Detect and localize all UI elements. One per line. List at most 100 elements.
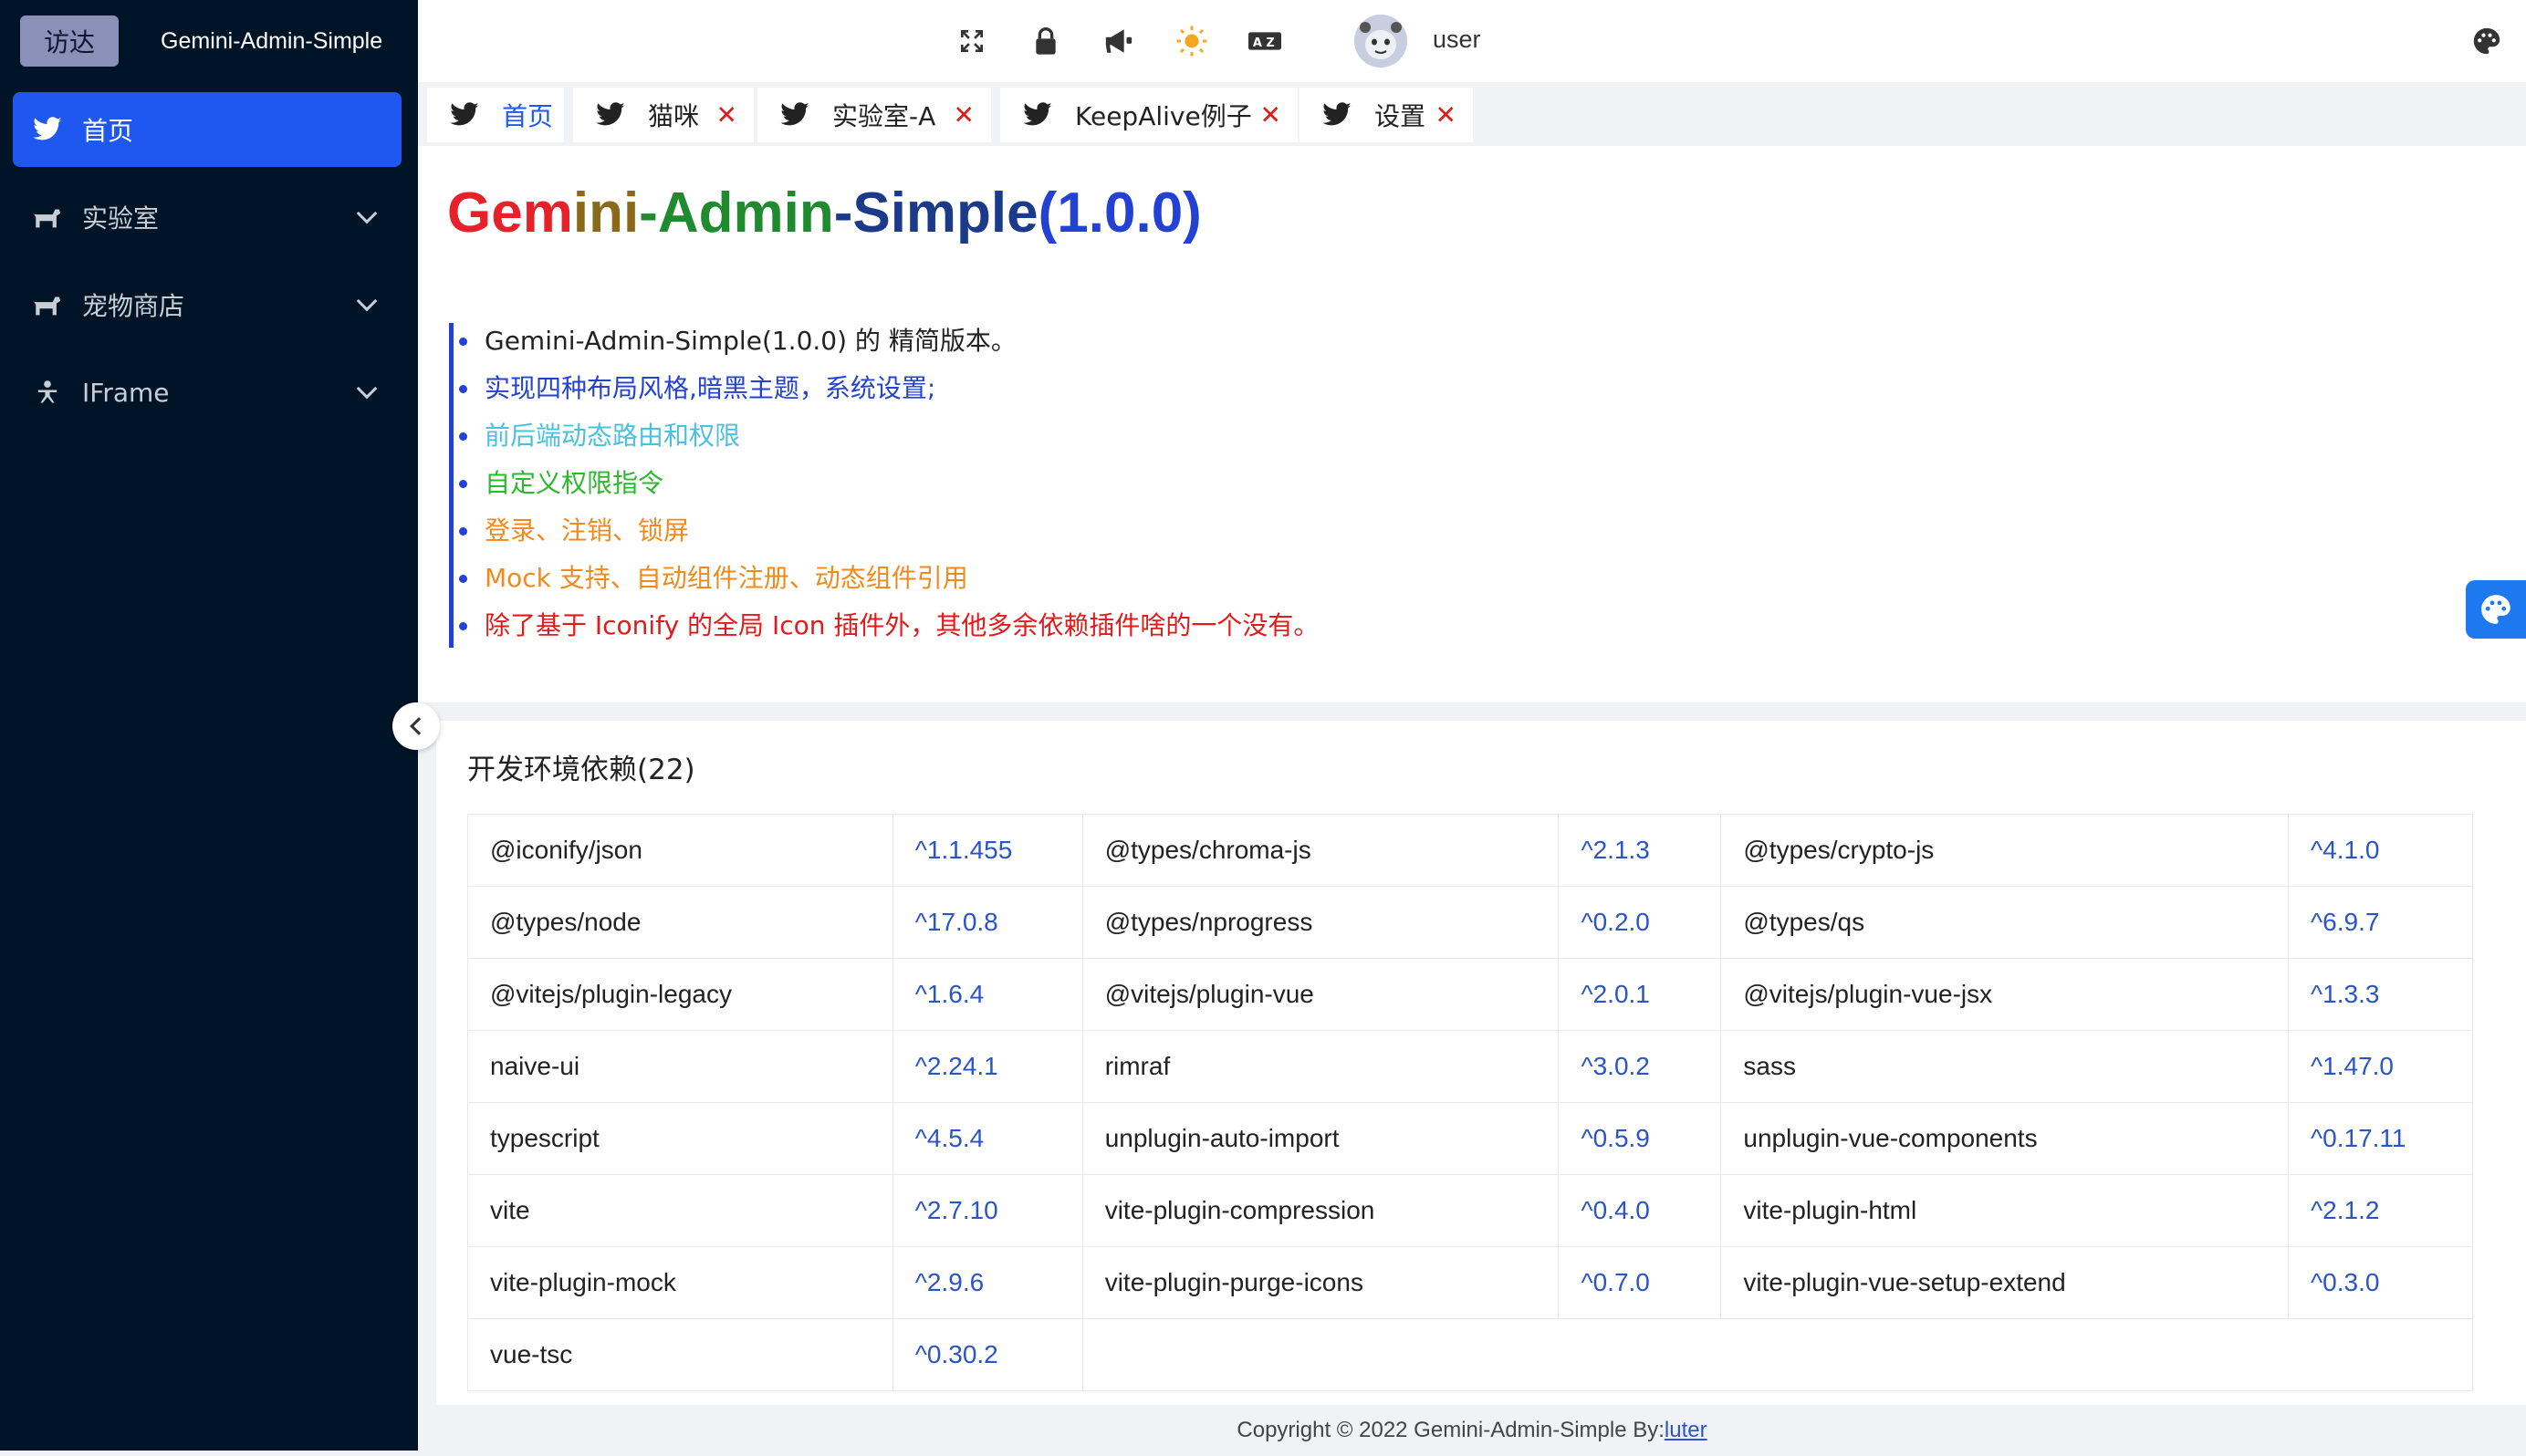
sidebar-item-label: IFrame bbox=[82, 377, 170, 408]
title-part: ini bbox=[572, 182, 640, 244]
package-version: ^0.5.9 bbox=[1558, 1102, 1722, 1175]
palette-icon[interactable] bbox=[2468, 22, 2506, 60]
package-version: ^3.0.2 bbox=[1558, 1030, 1722, 1103]
tab-label: KeepAlive例子 bbox=[1075, 101, 1252, 131]
package-name: unplugin-auto-import bbox=[1081, 1102, 1560, 1175]
table-row: @vitejs/plugin-legacy ^1.6.4 @vitejs/plugi… bbox=[467, 958, 2473, 1031]
feature-item: Mock 支持、自动组件注册、动态组件引用 bbox=[458, 560, 1319, 608]
dependencies-table: @iconify/json ^1.1.455 @types/chroma-js ^2.… bbox=[467, 814, 2474, 1391]
package-name: rimraf bbox=[1081, 1030, 1560, 1103]
sidebar-collapse-button[interactable] bbox=[392, 702, 440, 750]
table-row: @types/node ^17.0.8 @types/nprogress ^0.2.0… bbox=[467, 886, 2473, 959]
dependencies-panel: 开发环境依赖(22) @iconify/json ^1.1.455 @types/c… bbox=[436, 721, 2526, 1405]
tab-label: 设置 bbox=[1374, 101, 1426, 131]
package-name: unplugin-vue-components bbox=[1720, 1102, 2290, 1175]
theme-settings-button[interactable] bbox=[2466, 580, 2526, 639]
bird-icon bbox=[450, 102, 479, 126]
close-icon[interactable]: ✕ bbox=[954, 100, 975, 130]
tab-home[interactable]: 首页 bbox=[427, 88, 564, 142]
brand: 访达 Gemini-Admin-Simple bbox=[0, 0, 418, 82]
package-name: @types/nprogress bbox=[1081, 886, 1560, 959]
package-version: ^2.9.6 bbox=[892, 1246, 1083, 1319]
sidebar-item-label: 实验室 bbox=[82, 203, 160, 234]
person-icon bbox=[31, 376, 64, 409]
package-name: vite bbox=[467, 1174, 893, 1247]
close-icon[interactable]: ✕ bbox=[1435, 100, 1456, 130]
sun-icon[interactable] bbox=[1173, 22, 1211, 60]
package-name: @types/chroma-js bbox=[1081, 814, 1560, 887]
package-name: @types/crypto-js bbox=[1720, 814, 2290, 887]
tab-lab-a[interactable]: 实验室-A ✕ bbox=[757, 88, 991, 142]
svg-text:Z: Z bbox=[1266, 36, 1275, 50]
author-link[interactable]: luter bbox=[1665, 1418, 1707, 1442]
bird-icon bbox=[31, 113, 64, 146]
empty-cell bbox=[1081, 1318, 2474, 1391]
package-version: ^17.0.8 bbox=[892, 886, 1083, 959]
title-part: Gem bbox=[447, 182, 573, 244]
sidebar-item-iframe[interactable]: IFrame bbox=[13, 355, 402, 430]
feature-item: 实现四种布局风格,暗黑主题，系统设置; bbox=[458, 370, 1319, 418]
package-version: ^0.4.0 bbox=[1558, 1174, 1722, 1247]
sidebar: 访达 Gemini-Admin-Simple 首页 实验室 宠物商店 IFram… bbox=[0, 0, 418, 1451]
feature-item: 前后端动态路由和权限 bbox=[458, 418, 1319, 465]
package-name: @vitejs/plugin-vue bbox=[1081, 958, 1560, 1031]
package-version: ^4.1.0 bbox=[2288, 814, 2473, 887]
feature-list: Gemini-Admin-Simple(1.0.0) 的 精简版本。 实现四种布局… bbox=[449, 323, 1319, 648]
table-row: vite-plugin-mock ^2.9.6 vite-plugin-purge-… bbox=[467, 1246, 2473, 1319]
package-name: @iconify/json bbox=[467, 814, 893, 887]
package-version: ^4.5.4 bbox=[892, 1102, 1083, 1175]
page-title: Gemini-Admin-Simple(1.0.0) bbox=[447, 181, 1202, 245]
package-name: vite-plugin-vue-setup-extend bbox=[1720, 1246, 2290, 1319]
package-name: typescript bbox=[467, 1102, 893, 1175]
feature-item: 除了基于 Iconify 的全局 Icon 插件外，其他多余依赖插件啥的一个没有… bbox=[458, 608, 1319, 655]
chevron-left-icon bbox=[410, 717, 428, 735]
username[interactable]: user bbox=[1433, 26, 1481, 54]
palette-icon bbox=[2481, 595, 2510, 624]
package-version: ^1.47.0 bbox=[2288, 1030, 2473, 1103]
package-name: vite-plugin-compression bbox=[1081, 1174, 1560, 1247]
package-version: ^0.17.11 bbox=[2288, 1102, 2473, 1175]
app-name: Gemini-Admin-Simple bbox=[161, 27, 383, 54]
tab-bar: 首页 猫咪 ✕ 实验室-A ✕ KeepAlive例子 ✕ 设置 ✕ bbox=[418, 82, 2526, 146]
feature-item: Gemini-Admin-Simple(1.0.0) 的 精简版本。 bbox=[458, 323, 1319, 370]
package-version: ^1.6.4 bbox=[892, 958, 1083, 1031]
table-row: vite ^2.7.10 vite-plugin-compression ^0.4.0… bbox=[467, 1174, 2473, 1247]
brand-tag[interactable]: 访达 bbox=[20, 16, 120, 67]
tab-settings[interactable]: 设置 ✕ bbox=[1300, 88, 1473, 142]
title-part: -Simple bbox=[833, 182, 1039, 244]
package-version: ^0.30.2 bbox=[892, 1318, 1083, 1391]
close-icon[interactable]: ✕ bbox=[716, 100, 737, 130]
sidebar-item-lab[interactable]: 实验室 bbox=[13, 180, 402, 255]
package-name: vite-plugin-mock bbox=[467, 1246, 893, 1319]
fullscreen-icon[interactable] bbox=[953, 22, 991, 60]
intro-panel: Gemini-Admin-Simple(1.0.0) Gemini-Admin-… bbox=[418, 146, 2526, 702]
sidebar-item-label: 宠物商店 bbox=[82, 291, 185, 321]
footer: Copyright © 2022 Gemini-Admin-Simple By:… bbox=[418, 1405, 2526, 1451]
lock-icon[interactable] bbox=[1027, 22, 1065, 60]
bird-icon bbox=[1322, 102, 1352, 126]
close-icon[interactable]: ✕ bbox=[1260, 100, 1281, 130]
bird-icon bbox=[596, 102, 625, 126]
avatar[interactable] bbox=[1354, 15, 1407, 68]
chevron-down-icon bbox=[356, 378, 378, 400]
svg-text:A: A bbox=[1253, 36, 1263, 50]
package-version: ^0.2.0 bbox=[1558, 886, 1722, 959]
package-name: naive-ui bbox=[467, 1030, 893, 1103]
feature-item: 登录、注销、锁屏 bbox=[458, 513, 1319, 560]
megaphone-icon[interactable] bbox=[1100, 22, 1138, 60]
package-version: ^2.24.1 bbox=[892, 1030, 1083, 1103]
package-version: ^2.7.10 bbox=[892, 1174, 1083, 1247]
translate-icon[interactable]: AZ bbox=[1246, 22, 1284, 60]
bird-icon bbox=[780, 102, 809, 126]
dependencies-title: 开发环境依赖(22) bbox=[467, 754, 695, 786]
title-part: (1.0.0) bbox=[1038, 182, 1202, 244]
sidebar-menu: 首页 实验室 宠物商店 IFrame bbox=[0, 92, 418, 430]
chevron-down-icon bbox=[356, 290, 378, 312]
tab-cat[interactable]: 猫咪 ✕ bbox=[573, 88, 754, 142]
sidebar-item-home[interactable]: 首页 bbox=[13, 92, 402, 167]
tab-keepalive[interactable]: KeepAlive例子 ✕ bbox=[1000, 88, 1298, 142]
package-version: ^6.9.7 bbox=[2288, 886, 2473, 959]
title-part: -Admin bbox=[639, 182, 834, 244]
package-name: @vitejs/plugin-vue-jsx bbox=[1720, 958, 2290, 1031]
sidebar-item-pet-store[interactable]: 宠物商店 bbox=[13, 267, 402, 342]
